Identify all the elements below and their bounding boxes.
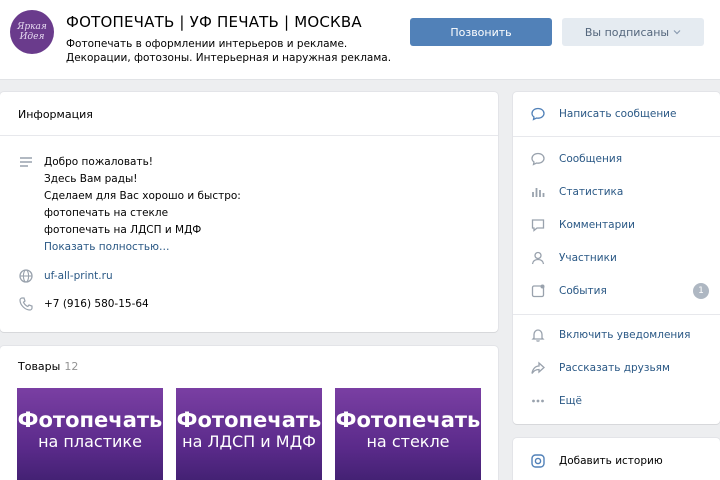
user-icon xyxy=(529,249,547,267)
group-avatar[interactable]: Яркая Идея xyxy=(10,10,54,54)
statistics-label: Статистика xyxy=(559,186,624,198)
info-line: Сделаем для Вас хорошо и быстро: xyxy=(44,190,241,202)
call-button[interactable]: Позвонить xyxy=(410,18,552,46)
goods-card: Товары 12 Фотопечать на пластике Фотопеча… xyxy=(0,346,498,480)
info-heading: Информация xyxy=(0,92,498,136)
menu-divider xyxy=(513,136,720,137)
goods-count: 12 xyxy=(64,360,79,373)
goods-item-line2: на ЛДСП и МДФ xyxy=(182,432,316,451)
message-bubble-icon xyxy=(529,105,547,123)
comments-label: Комментарии xyxy=(559,219,635,231)
camera-icon xyxy=(529,452,547,470)
enable-notifications-label: Включить уведомления xyxy=(559,329,691,341)
goods-item[interactable]: Фотопечать на пластике xyxy=(17,388,163,480)
bell-icon xyxy=(529,326,547,344)
members-item[interactable]: Участники xyxy=(529,248,709,268)
info-line: фотопечать на стекле xyxy=(44,207,169,219)
subscribed-button[interactable]: Вы подписаны xyxy=(562,18,704,46)
subscribed-label: Вы подписаны xyxy=(584,25,670,39)
goods-heading[interactable]: Товары 12 xyxy=(18,360,78,373)
members-label: Участники xyxy=(559,252,617,264)
events-item[interactable]: События 1 xyxy=(529,281,709,301)
info-description: Добро пожаловать! Здесь Вам рады! Сделае… xyxy=(44,154,241,256)
avatar-text-line2: Идея xyxy=(19,32,45,42)
goods-item-line2: на стекле xyxy=(366,432,450,451)
more-label: Ещё xyxy=(559,395,582,407)
goods-item[interactable]: Фотопечать на ЛДСП и МДФ xyxy=(176,388,322,480)
goods-item-line1: Фотопечать xyxy=(335,408,481,432)
globe-icon xyxy=(18,268,34,284)
description-icon xyxy=(18,154,34,170)
tell-friends-item[interactable]: Рассказать друзьям xyxy=(529,358,709,378)
share-arrow-icon xyxy=(529,359,547,377)
goods-item-line2: на пластике xyxy=(38,432,142,451)
actions-menu: Написать сообщение Сообщения Статистика … xyxy=(513,92,720,424)
enable-notifications-item[interactable]: Включить уведомления xyxy=(529,325,709,345)
info-card: Информация Добро пожаловать! Здесь Вам р… xyxy=(0,92,498,332)
goods-heading-label: Товары xyxy=(18,360,61,373)
bar-chart-icon xyxy=(529,183,547,201)
chevron-down-icon xyxy=(673,30,681,35)
group-header: Яркая Идея ФОТОПЕЧАТЬ | УФ ПЕЧАТЬ | МОСК… xyxy=(0,0,720,80)
phone-number[interactable]: +7 (916) 580-15-64 xyxy=(44,296,149,313)
info-line: фотопечать на ЛДСП и МДФ xyxy=(44,224,202,236)
menu-divider xyxy=(513,314,720,315)
group-title: ФОТОПЕЧАТЬ | УФ ПЕЧАТЬ | МОСКВА xyxy=(66,13,362,31)
write-message-label: Написать сообщение xyxy=(559,108,677,120)
calendar-icon xyxy=(529,282,547,300)
info-description-row: Добро пожаловать! Здесь Вам рады! Сделае… xyxy=(18,154,241,256)
statistics-item[interactable]: Статистика xyxy=(529,182,709,202)
more-item[interactable]: Ещё xyxy=(529,391,709,411)
comment-icon xyxy=(529,216,547,234)
more-dots-icon xyxy=(529,392,547,410)
write-message-item[interactable]: Написать сообщение xyxy=(529,104,709,124)
goods-item[interactable]: Фотопечать на стекле xyxy=(335,388,481,480)
events-label: События xyxy=(559,285,607,297)
avatar-text-line1: Яркая xyxy=(17,22,47,32)
comments-item[interactable]: Комментарии xyxy=(529,215,709,235)
group-description: Фотопечать в оформлении интерьеров и рек… xyxy=(66,37,396,65)
events-badge: 1 xyxy=(693,283,709,299)
goods-item-line1: Фотопечать xyxy=(176,408,322,432)
messages-item[interactable]: Сообщения xyxy=(529,149,709,169)
tell-friends-label: Рассказать друзьям xyxy=(559,362,670,374)
info-phone-row: +7 (916) 580-15-64 xyxy=(18,296,149,313)
website-link[interactable]: uf-all-print.ru xyxy=(44,268,113,285)
info-website-row: uf-all-print.ru xyxy=(18,268,113,285)
group-description-line1: Фотопечать в оформлении интерьеров и рек… xyxy=(66,38,348,50)
chat-icon xyxy=(529,150,547,168)
group-description-line2: Декорации, фотозоны. Интерьерная и наруж… xyxy=(66,52,392,64)
info-line: Добро пожаловать! xyxy=(44,156,153,168)
phone-icon xyxy=(18,296,34,312)
add-story-item[interactable]: Добавить историю xyxy=(529,451,709,471)
messages-label: Сообщения xyxy=(559,153,623,165)
goods-item-line1: Фотопечать xyxy=(17,408,163,432)
info-line: Здесь Вам рады! xyxy=(44,173,138,185)
show-more-link[interactable]: Показать полностью… xyxy=(44,239,241,256)
add-story-card: Добавить историю xyxy=(513,438,720,480)
add-story-label: Добавить историю xyxy=(559,455,663,467)
